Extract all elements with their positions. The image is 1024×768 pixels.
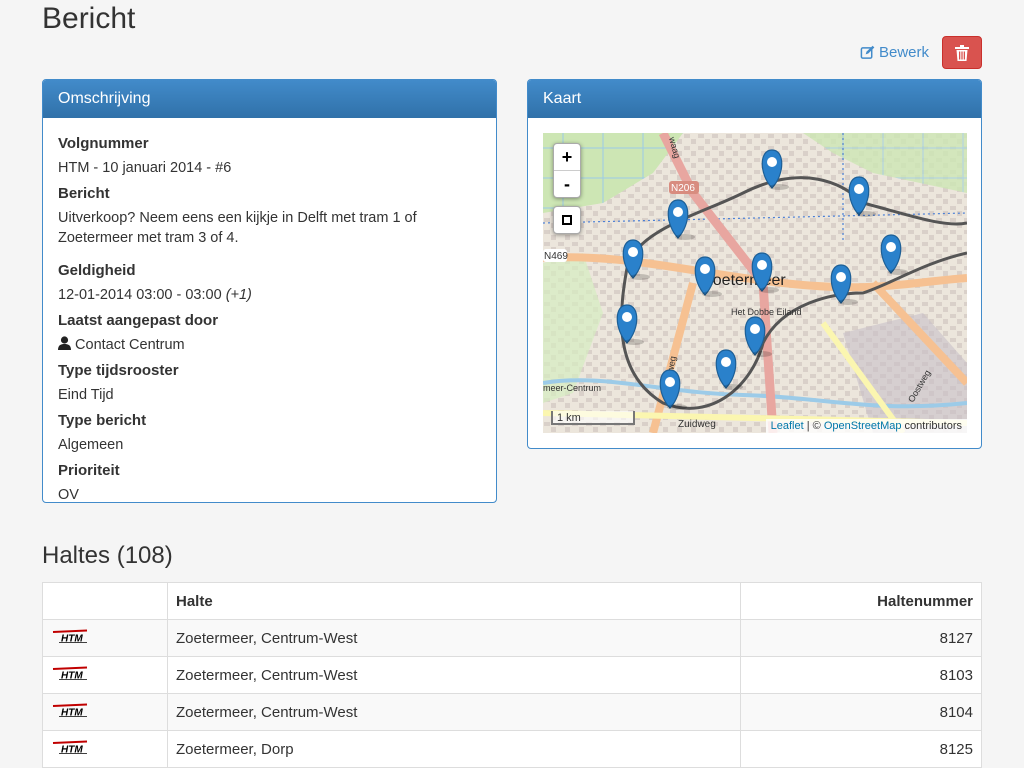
stop-number: 8127 xyxy=(740,619,982,657)
htm-logo-text: HTM xyxy=(61,745,83,755)
draw-rectangle-button[interactable] xyxy=(553,206,581,234)
geldigheid-note: (+1) xyxy=(225,287,252,303)
label-tijdsrooster: Type tijdsrooster xyxy=(58,362,179,379)
label-volgnummer: Volgnummer xyxy=(58,135,149,152)
htm-logo-icon: HTM xyxy=(52,740,88,756)
stops-table-body: HTM Zoetermeer, Centrum-West 8127 HTM Zoeter… xyxy=(42,619,982,768)
square-icon xyxy=(562,215,572,225)
zoom-out-button[interactable]: - xyxy=(554,170,580,197)
page: Bericht Bewerk Omschrijving Volgnummer H… xyxy=(0,0,1024,768)
map-label-zuidweg: Zuidweg xyxy=(678,419,716,430)
osm-link[interactable]: OpenStreetMap xyxy=(824,420,902,432)
value-volgnummer: HTM - 10 januari 2014 - #6 xyxy=(58,160,232,176)
htm-logo-icon: HTM xyxy=(52,703,88,719)
zoom-control: + - xyxy=(553,143,581,198)
map-label-n469: N469 xyxy=(544,251,568,262)
trash-icon xyxy=(955,44,969,61)
label-aangepast: Laatst aangepast door xyxy=(58,312,219,329)
geldigheid-range: 12-01-2014 03:00 - 03:00 xyxy=(58,287,222,303)
stop-name: Zoetermeer, Centrum-West xyxy=(167,619,741,657)
value-aangepast: Contact Centrum xyxy=(58,335,481,355)
details-list: Volgnummer HTM - 10 januari 2014 - #6 Be… xyxy=(43,118,496,503)
leaflet-link[interactable]: Leaflet xyxy=(771,420,804,432)
value-bericht: Uitverkoop? Neem eens een kijkje in Delf… xyxy=(58,210,417,246)
htm-logo-icon: HTM xyxy=(52,666,88,682)
operator-logo: HTM xyxy=(42,619,168,657)
column-header-halte[interactable]: Halte xyxy=(167,582,741,620)
stop-name: Zoetermeer, Dorp xyxy=(167,730,741,768)
details-panel: Omschrijving Volgnummer HTM - 10 januari… xyxy=(42,79,497,503)
htm-logo-icon: HTM xyxy=(52,629,88,645)
edit-icon xyxy=(860,45,875,59)
map-tiles[interactable]: N206 N469 Zoetermeer Het Dobbe Eiland Zu… xyxy=(543,133,967,433)
column-header-haltenummer[interactable]: Haltenummer xyxy=(740,582,982,620)
value-geldigheid: 12-01-2014 03:00 - 03:00 (+1) xyxy=(58,285,481,305)
label-bericht: Bericht xyxy=(58,185,110,202)
table-row[interactable]: HTM Zoetermeer, Centrum-West 8104 xyxy=(42,693,982,731)
value-tijdsrooster: Eind Tijd xyxy=(58,387,114,403)
stops-title: Haltes (108) xyxy=(42,542,173,569)
edit-button[interactable]: Bewerk xyxy=(860,44,929,61)
stops-table: Halte Haltenummer HTM Zoetermeer, Centrum… xyxy=(42,582,982,768)
stop-number: 8103 xyxy=(740,656,982,694)
stop-number: 8125 xyxy=(740,730,982,768)
map-panel-heading: Kaart xyxy=(528,80,981,118)
map-panel: Kaart N206 N469 Zoetermeer Het Dobbe Eil… xyxy=(527,79,982,449)
htm-logo-text: HTM xyxy=(61,634,83,644)
label-prioriteit: Prioriteit xyxy=(58,462,120,479)
stop-name: Zoetermeer, Centrum-West xyxy=(167,693,741,731)
aangepast-name: Contact Centrum xyxy=(75,337,185,353)
details-panel-heading: Omschrijving xyxy=(43,80,496,118)
table-row[interactable]: HTM Zoetermeer, Centrum-West 8103 xyxy=(42,656,982,694)
map-label-city: Zoetermeer xyxy=(703,272,786,289)
table-row[interactable]: HTM Zoetermeer, Centrum-West 8127 xyxy=(42,619,982,657)
operator-logo: HTM xyxy=(42,656,168,694)
map-label-n206: N206 xyxy=(671,183,695,194)
stops-table-header: Halte Haltenummer xyxy=(42,582,982,620)
label-geldigheid: Geldigheid xyxy=(58,262,136,279)
stop-name: Zoetermeer, Centrum-West xyxy=(167,656,741,694)
delete-button[interactable] xyxy=(942,36,982,69)
page-title: Bericht xyxy=(42,2,136,35)
htm-logo-text: HTM xyxy=(61,671,83,681)
map-label-centrum: meer-Centrum xyxy=(543,383,601,393)
scale-bar: 1 km xyxy=(551,411,635,425)
operator-logo: HTM xyxy=(42,693,168,731)
attribution-suffix: contributors xyxy=(901,420,962,432)
attribution-separator: | © xyxy=(803,420,824,432)
edit-label: Bewerk xyxy=(879,44,930,61)
table-row[interactable]: HTM Zoetermeer, Dorp 8125 xyxy=(42,730,982,768)
map-attribution: Leaflet | © OpenStreetMap contributors xyxy=(765,419,967,433)
column-header-operator[interactable] xyxy=(42,582,168,620)
value-prioriteit: OV xyxy=(58,487,79,503)
operator-logo: HTM xyxy=(42,730,168,768)
stop-number: 8104 xyxy=(740,693,982,731)
value-typebericht: Algemeen xyxy=(58,437,124,453)
label-typebericht: Type bericht xyxy=(58,412,147,429)
htm-logo-text: HTM xyxy=(61,708,83,718)
map-label-dobbe: Het Dobbe Eiland xyxy=(731,307,802,317)
map-view[interactable]: N206 N469 Zoetermeer Het Dobbe Eiland Zu… xyxy=(543,133,967,433)
zoom-in-button[interactable]: + xyxy=(554,144,580,170)
user-icon xyxy=(58,336,71,350)
